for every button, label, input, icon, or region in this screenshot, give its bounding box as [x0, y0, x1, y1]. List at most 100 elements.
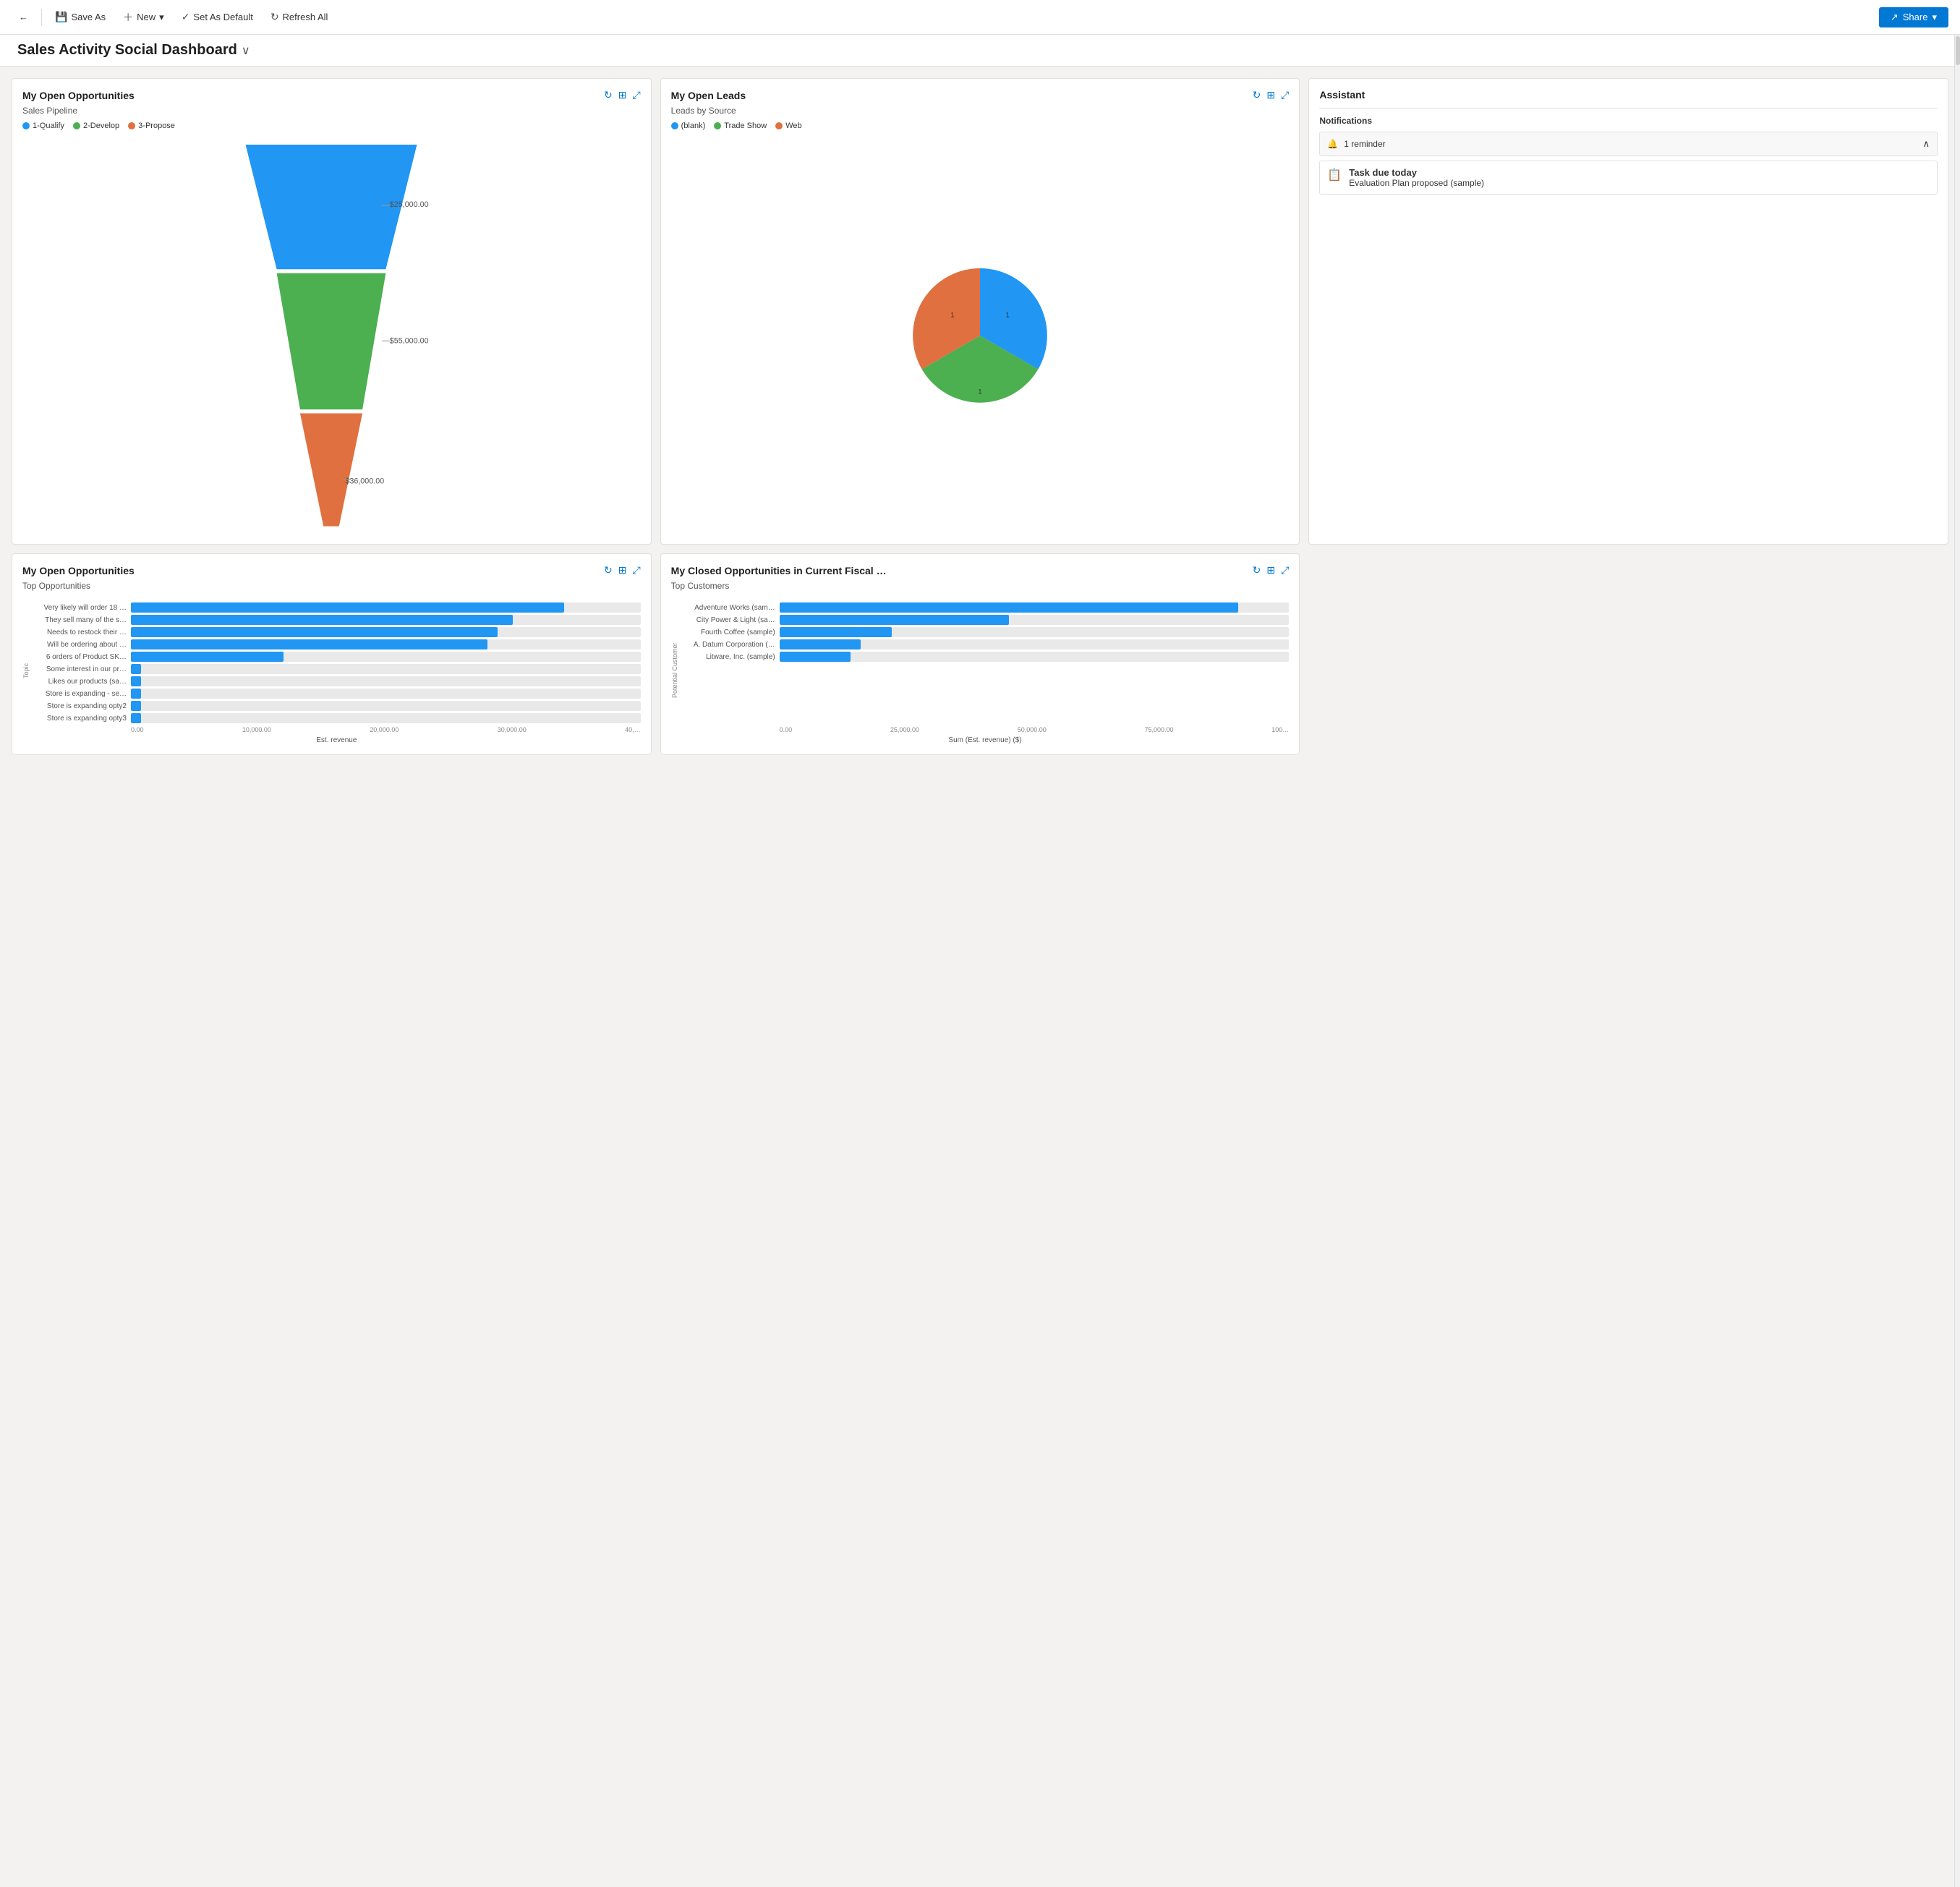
refresh-closed-icon[interactable]: ↻: [1253, 564, 1261, 576]
bar-label-1: They sell many of the s…: [33, 616, 127, 624]
closed-bar-track-3: [780, 639, 1290, 649]
bar-label-0: Very likely will order 18 …: [33, 604, 127, 612]
funnel-value-propose: $36,000.00: [346, 477, 385, 485]
bar-fill-9: [131, 713, 141, 723]
legend-web: Web: [775, 122, 801, 130]
bar-track-5: [131, 664, 641, 674]
table-leads-icon[interactable]: ⊞: [1266, 89, 1275, 101]
bar-track-2: [131, 627, 641, 637]
card-title-assistant: Assistant: [1319, 89, 1365, 101]
task-icon: 📋: [1327, 168, 1342, 182]
reminder-chevron-icon: ∧: [1922, 138, 1930, 150]
task-title: Task due today: [1349, 167, 1484, 178]
page-title-chevron-icon[interactable]: ∨: [242, 43, 250, 58]
bar-fill-6: [131, 676, 141, 686]
reminder-row[interactable]: 🔔 1 reminder ∧: [1319, 132, 1938, 156]
bar-label-4: 6 orders of Product SK…: [33, 653, 127, 661]
funnel-value-qualify: $25,000.00: [390, 200, 429, 209]
refresh-button[interactable]: ↻ Refresh All: [263, 7, 336, 27]
closed-bar-fill-1: [780, 615, 1009, 625]
card-actions-opps-bar: ↻ ⊞ ⤢: [604, 564, 641, 576]
table-closed-icon[interactable]: ⊞: [1266, 564, 1275, 576]
legend-label-qualify: 1-Qualify: [33, 122, 64, 130]
card-title-opps-bar: My Open Opportunities: [22, 565, 135, 576]
share-button[interactable]: ↗ Share ▾: [1879, 7, 1948, 27]
pie-svg: 1 1 1: [900, 256, 1060, 415]
x-tick-1: 10,000.00: [242, 726, 271, 733]
closed-bar-label-4: Litware, Inc. (sample): [681, 653, 775, 661]
card-subtitle-opps-bar: Top Opportunities: [22, 581, 641, 591]
bar-track-4: [131, 652, 641, 662]
bar-label-3: Will be ordering about …: [33, 641, 127, 649]
new-button[interactable]: ＋ New ▾: [116, 7, 171, 28]
card-title-leads: My Open Leads: [671, 90, 746, 101]
legend-propose: 3-Propose: [128, 122, 175, 130]
save-as-label: Save As: [71, 12, 106, 22]
bar-chart-opps: Very likely will order 18 … They sell ma…: [33, 602, 641, 723]
back-button[interactable]: ←: [12, 8, 35, 26]
bar-chart-closed: Adventure Works (sam… City Power & Light…: [681, 602, 1290, 723]
bar-x-axis: 0.00 10,000.00 20,000.00 30,000.00 40,…: [33, 726, 641, 733]
bar-track-0: [131, 602, 641, 613]
closed-bar-row-4: Litware, Inc. (sample): [681, 652, 1290, 662]
refresh-leads-icon[interactable]: ↻: [1253, 89, 1261, 101]
legend-develop: 2-Develop: [73, 122, 119, 130]
card-header-opps-bar: My Open Opportunities ↻ ⊞ ⤢: [22, 564, 641, 576]
task-row: 📋 Task due today Evaluation Plan propose…: [1319, 161, 1938, 195]
card-header-assistant: Assistant: [1319, 89, 1938, 101]
closed-x-tick-1: 25,000.00: [890, 726, 919, 733]
save-as-button[interactable]: 💾 Save As: [48, 7, 113, 27]
card-header-leads: My Open Leads ↻ ⊞ ⤢: [671, 89, 1290, 101]
legend-leads: (blank) Trade Show Web: [671, 122, 1290, 130]
refresh-opps-bar-icon[interactable]: ↻: [604, 564, 613, 576]
pie-label-web: 1: [950, 312, 954, 319]
new-chevron-icon: ▾: [159, 12, 164, 23]
bar-label-8: Store is expanding opty2: [33, 702, 127, 710]
set-default-label: Set As Default: [193, 12, 252, 22]
legend-qualify: 1-Qualify: [22, 122, 64, 130]
card-open-opps-bar: My Open Opportunities ↻ ⊞ ⤢ Top Opportun…: [12, 553, 652, 755]
legend-dot-tradeshow: [714, 122, 721, 129]
closed-bar-row-0: Adventure Works (sam…: [681, 602, 1290, 613]
closed-bar-row-2: Fourth Coffee (sample): [681, 627, 1290, 637]
plus-icon: ＋: [123, 10, 133, 25]
bell-icon: 🔔: [1327, 139, 1338, 149]
legend-dot-qualify: [22, 122, 30, 129]
bar-fill-8: [131, 701, 141, 711]
bar-fill-3: [131, 639, 487, 649]
card-actions-closed: ↻ ⊞ ⤢: [1253, 564, 1290, 576]
legend-label-blank: (blank): [681, 122, 706, 130]
legend-label-develop: 2-Develop: [83, 122, 119, 130]
bar-row-2: Needs to restock their …: [33, 627, 641, 637]
table-opps-bar-icon[interactable]: ⊞: [618, 564, 627, 576]
bar-fill-1: [131, 615, 513, 625]
expand-leads-icon[interactable]: ⤢: [1281, 89, 1289, 101]
closed-bar-track-0: [780, 602, 1290, 613]
table-view-icon[interactable]: ⊞: [618, 89, 627, 101]
check-icon: ✓: [182, 11, 190, 23]
refresh-chart-icon[interactable]: ↻: [604, 89, 613, 101]
bar-row-1: They sell many of the s…: [33, 615, 641, 625]
expand-closed-icon[interactable]: ⤢: [1281, 564, 1289, 576]
closed-x-tick-0: 0.00: [780, 726, 793, 733]
legend-label-tradeshow: Trade Show: [724, 122, 767, 130]
closed-bar-label-2: Fourth Coffee (sample): [681, 629, 775, 636]
bar-track-1: [131, 615, 641, 625]
card-subtitle-opps: Sales Pipeline: [22, 106, 641, 116]
refresh-label: Refresh All: [283, 12, 328, 22]
card-header-opps: My Open Opportunities ↻ ⊞ ⤢: [22, 89, 641, 101]
funnel-chart: $25,000.00 $55,000.00 $36,000.00: [22, 145, 641, 534]
funnel-stage-develop: [277, 273, 386, 409]
bar-label-2: Needs to restock their …: [33, 629, 127, 636]
bar-fill-4: [131, 652, 284, 662]
closed-bar-row-1: City Power & Light (sa…: [681, 615, 1290, 625]
set-default-button[interactable]: ✓ Set As Default: [174, 7, 260, 27]
bar-row-5: Some interest in our pr…: [33, 664, 641, 674]
card-title-closed: My Closed Opportunities in Current Fisca…: [671, 565, 887, 576]
expand-opps-bar-icon[interactable]: ⤢: [632, 564, 640, 576]
card-open-opportunities-funnel: My Open Opportunities ↻ ⊞ ⤢ Sales Pipeli…: [12, 78, 652, 545]
scrollbar-track[interactable]: [1954, 35, 1960, 1887]
bar-label-6: Likes our products (sa…: [33, 678, 127, 686]
card-subtitle-closed: Top Customers: [671, 581, 1290, 591]
expand-icon[interactable]: ⤢: [632, 89, 640, 101]
